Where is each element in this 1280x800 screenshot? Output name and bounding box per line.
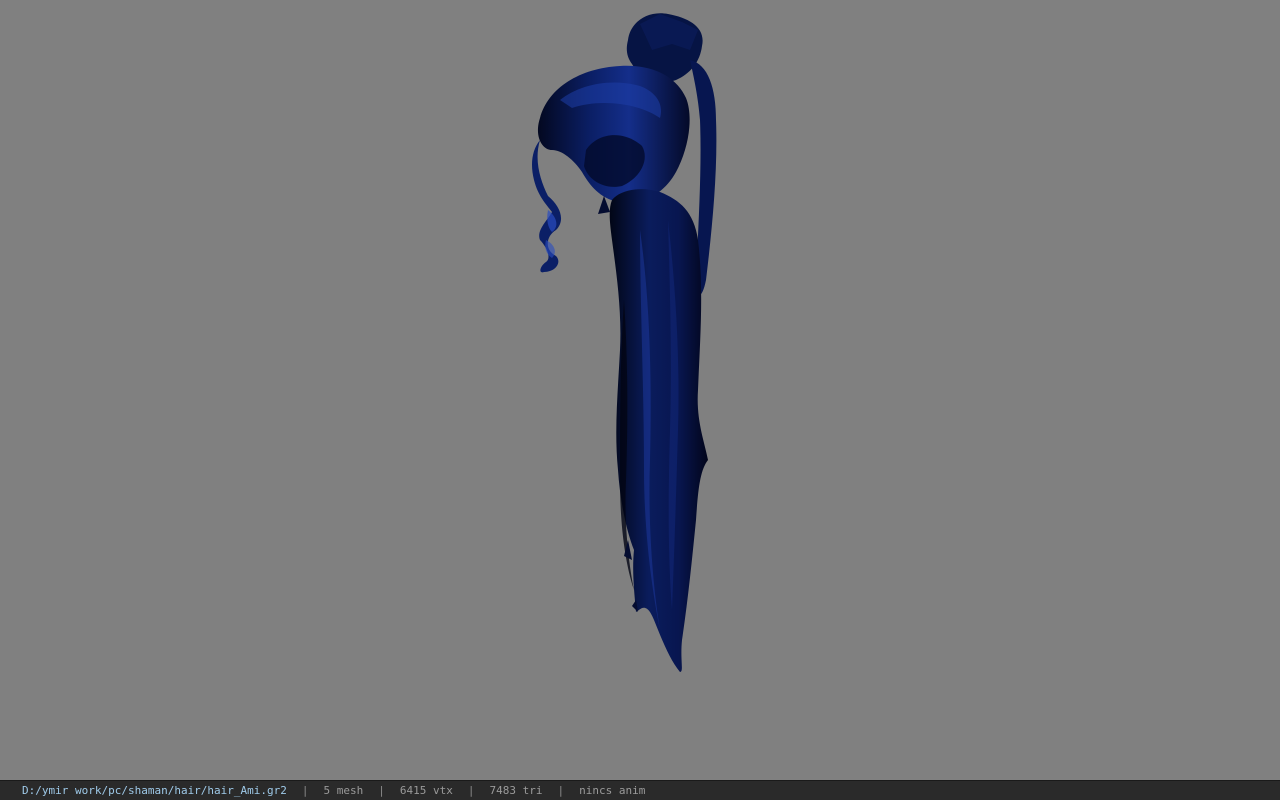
3d-viewport[interactable] <box>0 0 1280 780</box>
hair-model[interactable] <box>0 0 1280 780</box>
file-path: D:/ymir work/pc/shaman/hair/hair_Ami.gr2 <box>22 784 287 797</box>
status-bar: D:/ymir work/pc/shaman/hair/hair_Ami.gr2… <box>0 780 1280 800</box>
separator: | <box>557 784 565 797</box>
mesh-count: 5 mesh <box>323 784 364 797</box>
separator: | <box>378 784 385 797</box>
separator: | <box>301 784 309 797</box>
hair-curl <box>532 140 562 273</box>
triangle-count: 7483 tri <box>489 784 543 797</box>
separator: | <box>467 784 475 797</box>
vertex-count: 6415 vtx <box>399 784 453 797</box>
anim-status: nincs anim <box>579 784 646 797</box>
